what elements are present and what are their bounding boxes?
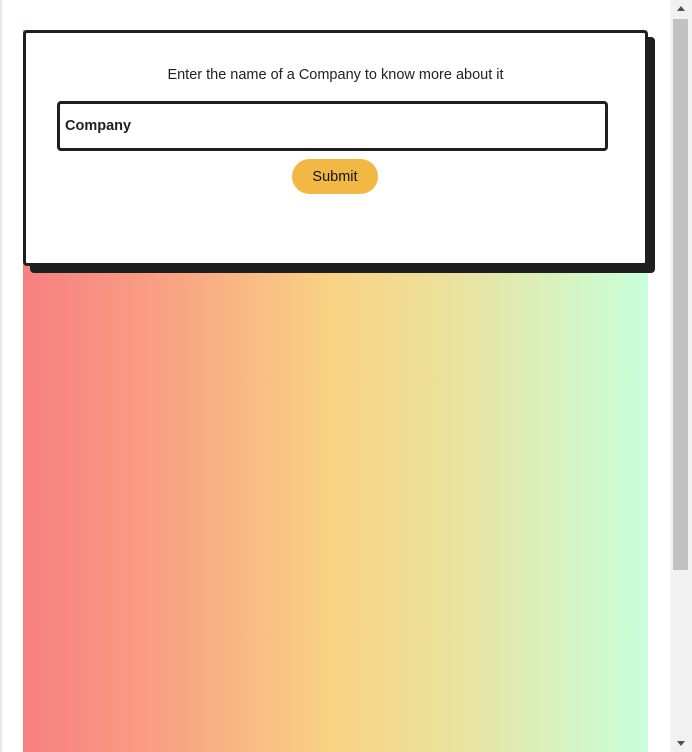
scroll-up-button[interactable]: [670, 0, 692, 17]
company-search-card: Enter the name of a Company to know more…: [23, 30, 648, 266]
scroll-down-arrow-icon: [677, 741, 685, 746]
submit-button[interactable]: Submit: [292, 159, 378, 194]
scrollbar-thumb[interactable]: [673, 19, 688, 570]
search-prompt: Enter the name of a Company to know more…: [167, 67, 504, 83]
company-input[interactable]: [57, 101, 608, 151]
scroll-up-arrow-icon: [677, 6, 685, 11]
page-viewport: Enter the name of a Company to know more…: [0, 0, 692, 752]
left-edge-strip: [0, 0, 2, 752]
scroll-down-button[interactable]: [670, 735, 692, 752]
vertical-scrollbar[interactable]: [670, 0, 692, 752]
